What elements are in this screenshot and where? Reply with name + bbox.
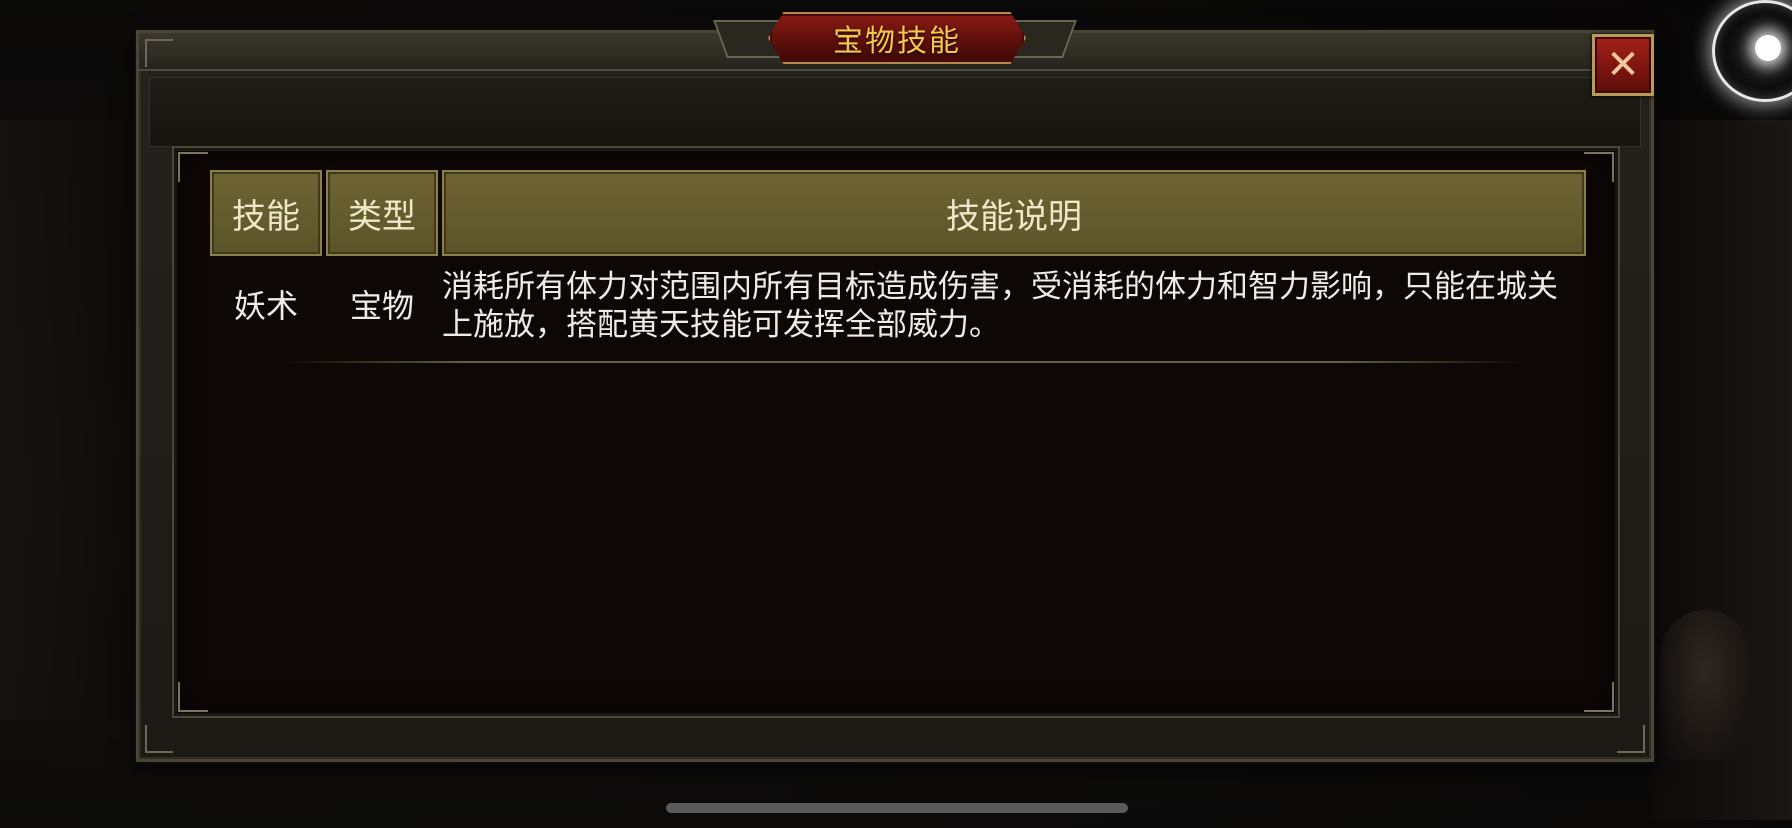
panel-corner-ornament bbox=[178, 152, 208, 182]
game-screen: 宝物技能 ✕ 技能 类型 技能说明 妖术 宝物 消耗所有体力对范围内所有目标造成… bbox=[0, 0, 1792, 828]
panel-corner-ornament bbox=[1584, 682, 1614, 712]
cell-skill-description: 消耗所有体力对范围内所有目标造成伤害，受消耗的体力和智力影响，只能在城关上施放，… bbox=[442, 269, 1558, 343]
table-header: 技能 类型 技能说明 bbox=[210, 170, 1586, 256]
close-icon: ✕ bbox=[1606, 42, 1640, 88]
home-indicator[interactable] bbox=[666, 803, 1128, 813]
dialog-title-plaque: 宝物技能 bbox=[713, 6, 1077, 64]
column-header-description: 技能说明 bbox=[442, 170, 1586, 256]
floating-orb-icon[interactable] bbox=[1712, 0, 1792, 102]
frame-corner-ornament bbox=[145, 39, 173, 67]
background-portrait bbox=[1660, 610, 1750, 760]
cell-skill-name: 妖术 bbox=[233, 287, 298, 325]
orb-center bbox=[1755, 35, 1781, 61]
table-row: 妖术 宝物 消耗所有体力对范围内所有目标造成伤害，受消耗的体力和智力影响，只能在… bbox=[210, 256, 1586, 352]
cell-skill-type: 宝物 bbox=[349, 287, 414, 325]
background-left bbox=[0, 120, 140, 720]
dialog-title: 宝物技能 bbox=[833, 24, 961, 59]
skill-table-panel: 技能 类型 技能说明 妖术 宝物 消耗所有体力对范围内所有目标造成伤害，受消耗的… bbox=[172, 146, 1620, 718]
row-divider bbox=[284, 361, 1524, 363]
column-header-skill: 技能 bbox=[210, 170, 322, 256]
frame-corner-ornament bbox=[1617, 725, 1645, 753]
panel-corner-ornament bbox=[1584, 152, 1614, 182]
frame-corner-ornament bbox=[145, 725, 173, 753]
dialog-header-band bbox=[149, 77, 1641, 147]
title-banner: 宝物技能 bbox=[768, 12, 1026, 64]
panel-corner-ornament bbox=[178, 682, 208, 712]
column-header-type: 类型 bbox=[326, 170, 438, 256]
close-button[interactable]: ✕ bbox=[1592, 34, 1654, 96]
